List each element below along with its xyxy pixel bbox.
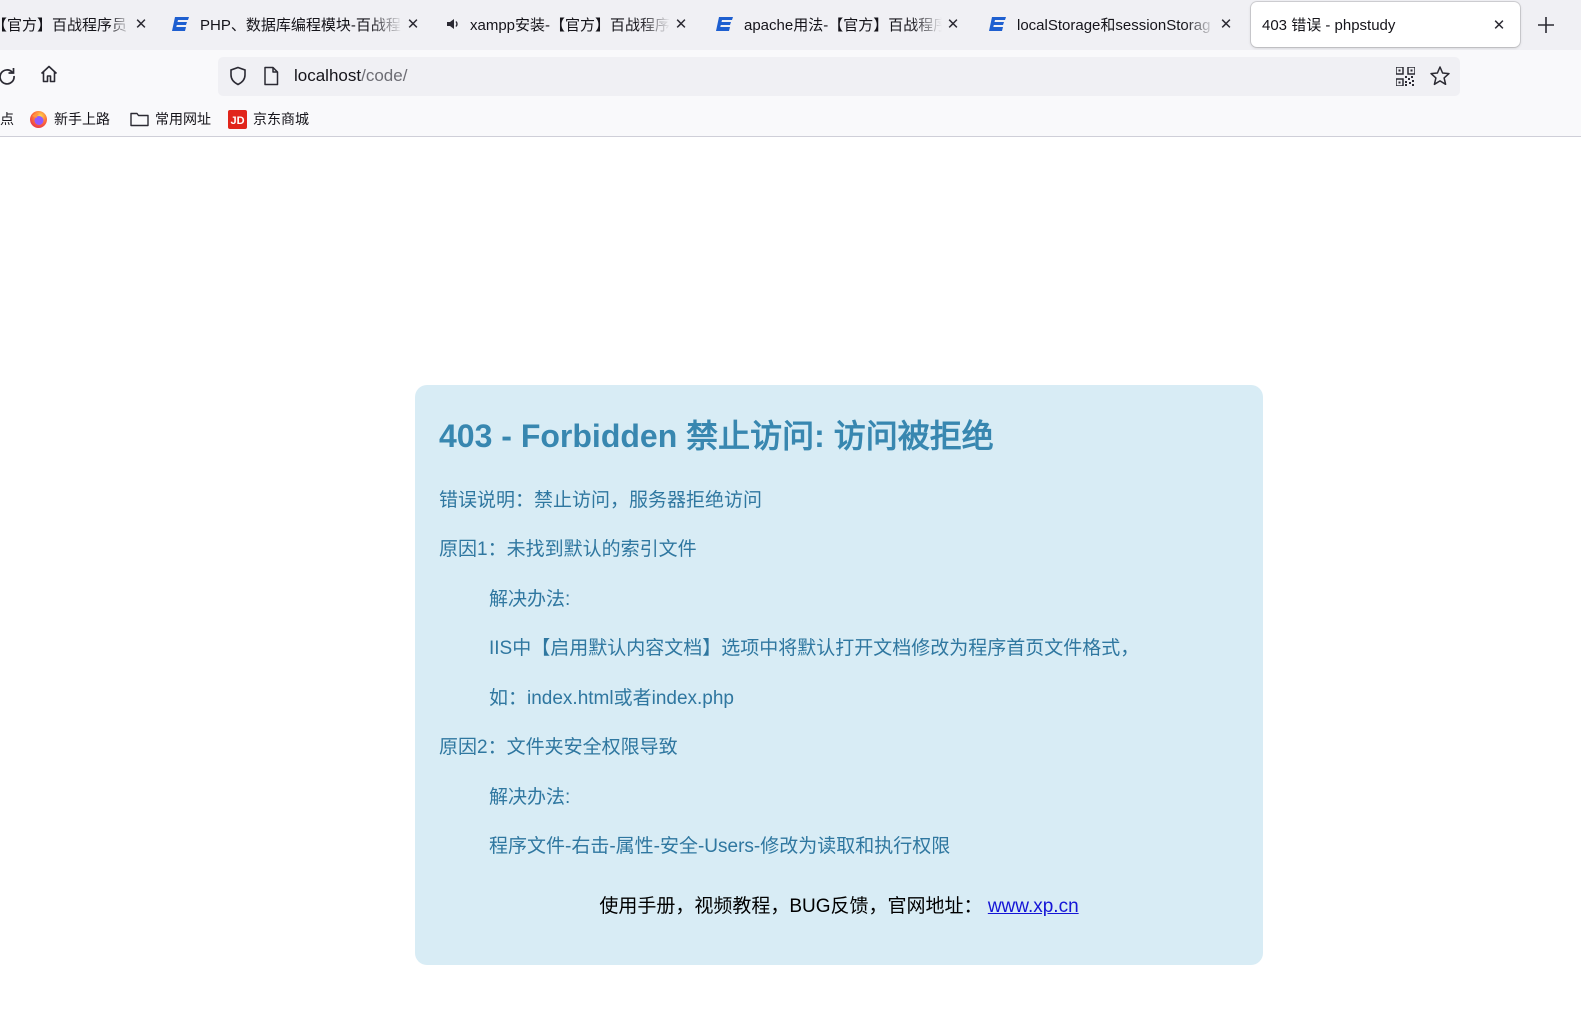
close-icon[interactable]: ✕ <box>944 15 962 33</box>
jd-logo-icon: JD <box>228 109 247 129</box>
close-icon[interactable]: ✕ <box>404 15 422 33</box>
close-icon[interactable]: ✕ <box>132 15 150 33</box>
close-icon[interactable]: ✕ <box>672 15 690 33</box>
shield-icon[interactable] <box>228 66 248 86</box>
solution-1-text: IIS中【启用默认内容文档】选项中将默认打开文档修改为程序首页文件格式， <box>489 638 1140 659</box>
bookmarks-toolbar: 点 新手上路 常用网址 JD 京东商城 <box>0 102 1581 137</box>
tab-title: PHP、数据库编程模块-百战程 <box>200 16 401 34</box>
footer-text: 使用手册，视频教程，BUG反馈，官网地址： <box>599 896 983 917</box>
url-path: /code/ <box>361 66 408 85</box>
tab-title: xampp安装-【官方】百战程序 <box>470 16 670 34</box>
page-info-icon[interactable] <box>262 66 280 86</box>
error-description: 错误说明：禁止访问，服务器拒绝访问 <box>439 490 763 511</box>
solution-label-1: 解决办法: <box>489 589 571 610</box>
home-button[interactable] <box>36 63 62 89</box>
bookmark-folder-common-sites[interactable]: 常用网址 <box>130 109 211 129</box>
bookmark-label: 点 <box>0 111 14 127</box>
footer-line: 使用手册，视频教程，BUG反馈，官网地址： www.xp.cn <box>415 891 1263 918</box>
error-card: 403 - Forbidden 禁止访问: 访问被拒绝 错误说明：禁止访问，服务… <box>415 385 1263 965</box>
svg-text:JD: JD <box>230 115 244 127</box>
bz-logo-icon <box>716 15 734 33</box>
speaker-icon <box>446 15 460 33</box>
bookmark-getting-started[interactable]: 新手上路 <box>29 109 110 129</box>
url-bar[interactable]: localhost/code/ <box>218 57 1460 96</box>
navigation-toolbar: localhost/code/ <box>0 50 1581 102</box>
qr-code-icon[interactable] <box>1395 66 1416 87</box>
tab-title: localStorage和sessionStorag <box>1017 16 1211 34</box>
bookmark-label: 京东商城 <box>253 111 309 127</box>
tab-title: apache用法-【官方】百战程序 <box>744 16 942 34</box>
tab-title: 403 错误 - phpstudy <box>1262 17 1396 34</box>
tab-xampp-install[interactable]: xampp安装-【官方】百战程序 ✕ <box>446 0 690 48</box>
page-content: 403 - Forbidden 禁止访问: 访问被拒绝 错误说明：禁止访问，服务… <box>0 137 1581 1020</box>
new-tab-button[interactable] <box>1533 12 1559 38</box>
bookmark-item[interactable]: 点 <box>0 109 14 129</box>
reason-1: 原因1：未找到默认的索引文件 <box>439 539 697 560</box>
tab-php-database[interactable]: PHP、数据库编程模块-百战程 ✕ <box>172 0 422 48</box>
bookmark-jd-mall[interactable]: JD 京东商城 <box>228 109 309 129</box>
solution-1-example: 如：index.html或者index.php <box>489 688 734 709</box>
home-icon <box>39 64 59 89</box>
tab-bz-official[interactable]: 【官方】百战程序员 ✕ <box>0 0 150 48</box>
solution-2-text: 程序文件-右击-属性-安全-Users-修改为读取和执行权限 <box>489 836 951 857</box>
tab-strip: 【官方】百战程序员 ✕ PHP、数据库编程模块-百战程 ✕ xampp安装-【官… <box>0 0 1581 50</box>
official-site-link[interactable]: www.xp.cn <box>988 896 1079 917</box>
tab-localstorage[interactable]: localStorage和sessionStorag ✕ <box>989 0 1235 48</box>
bz-logo-icon <box>172 15 190 33</box>
reload-button[interactable] <box>0 63 20 89</box>
page-title: 403 - Forbidden 禁止访问: 访问被拒绝 <box>439 418 994 454</box>
solution-label-2: 解决办法: <box>489 787 571 808</box>
url-host: localhost <box>294 66 362 85</box>
folder-icon <box>130 110 149 129</box>
tab-403-phpstudy[interactable]: 403 错误 - phpstudy ✕ <box>1251 2 1520 47</box>
url-text[interactable]: localhost/code/ <box>294 66 407 86</box>
tab-apache-usage[interactable]: apache用法-【官方】百战程序 ✕ <box>716 0 962 48</box>
bz-logo-icon <box>989 15 1007 33</box>
bookmark-label: 常用网址 <box>155 111 211 127</box>
reason-2: 原因2：文件夹安全权限导致 <box>439 737 678 758</box>
firefox-icon <box>29 110 48 129</box>
close-icon[interactable]: ✕ <box>1490 16 1508 34</box>
tab-title: 【官方】百战程序员 <box>0 16 128 34</box>
bookmark-star-icon[interactable] <box>1429 65 1451 87</box>
close-icon[interactable]: ✕ <box>1217 15 1235 33</box>
bookmark-label: 新手上路 <box>54 111 110 127</box>
